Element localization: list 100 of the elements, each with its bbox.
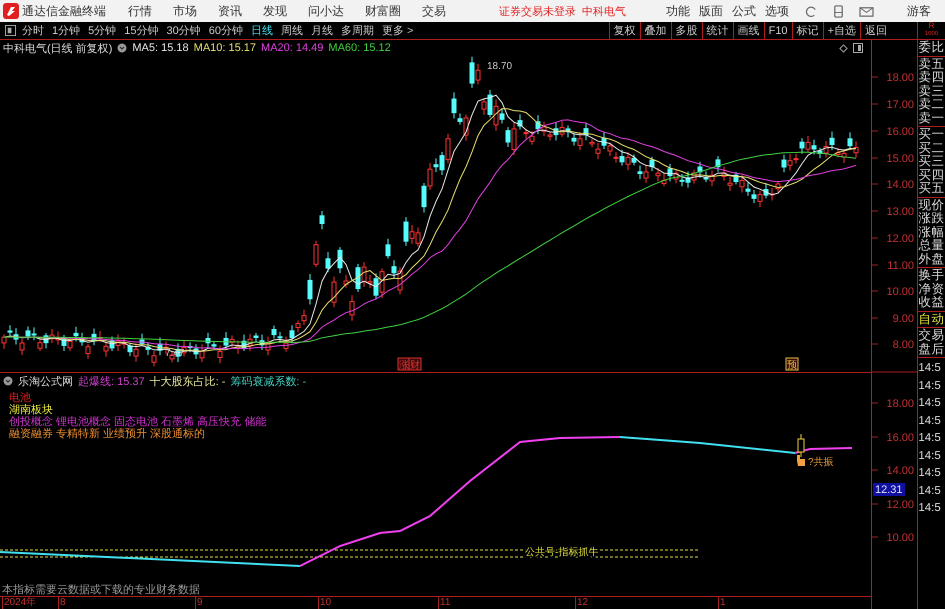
more-link[interactable]: 更多 > <box>382 23 414 38</box>
event-marker[interactable]: 财 <box>408 358 422 371</box>
price-axis-label: 18.00 <box>886 72 914 84</box>
trade-time: 14:5 <box>918 484 942 498</box>
indicator-axis-label: 10.00 <box>886 532 914 544</box>
current-value-tag: 12.31 <box>873 483 905 496</box>
quote-label: 涨幅 <box>918 226 945 238</box>
menu-item[interactable]: 财富圈 <box>365 2 401 20</box>
date-axis-label: 12 <box>575 597 588 609</box>
date-axis-label: 10 <box>318 597 332 609</box>
period-tab[interactable]: 周线 <box>281 23 303 38</box>
period-tab[interactable]: 5分钟 <box>88 23 116 38</box>
price-axis-label: 14.00 <box>886 179 914 191</box>
diamond-icon[interactable] <box>839 44 848 52</box>
indicator-axis-label: 14.00 <box>886 465 914 477</box>
period-tab[interactable]: 60分钟 <box>208 23 243 38</box>
tool-menu-item[interactable]: 公式 <box>732 2 756 20</box>
tool-menu-item[interactable]: 版面 <box>699 2 723 20</box>
price-axis-label: 13.00 <box>886 206 914 218</box>
quote-label: 买三 <box>918 155 945 168</box>
quote-label: 涨跌 <box>918 212 945 226</box>
period-tab[interactable]: 15分钟 <box>124 23 158 38</box>
phone-icon[interactable] <box>832 4 845 18</box>
period-tab[interactable]: 1分钟 <box>52 23 80 38</box>
user-name[interactable]: 游客 <box>907 2 931 20</box>
quote-label: 买一 <box>918 128 945 142</box>
message-icon[interactable] <box>859 4 874 18</box>
price-axis-label: 9.00 <box>892 313 914 325</box>
menu-item[interactable]: 资讯 <box>218 2 242 20</box>
quote-label: 净资 <box>918 282 945 296</box>
app-title: 通达信金融终端 <box>22 2 106 20</box>
price-axis-label: 12.00 <box>886 233 914 245</box>
stock-name: 中科电气 <box>582 4 626 18</box>
trade-time: 14:5 <box>918 378 942 394</box>
ma-value: MA5: 15.18 <box>132 42 189 54</box>
tool-menu-item[interactable]: 功能 <box>666 2 690 20</box>
period-tab[interactable]: 多周期 <box>341 23 374 38</box>
candle-signal-icon <box>798 434 804 458</box>
quote-label: 自动 <box>918 312 945 326</box>
indicator-axis-label: 12.00 <box>886 499 914 511</box>
price-axis-label: 17.00 <box>886 99 914 111</box>
ma-value: MA10: 15.17 <box>194 42 256 54</box>
trade-time: 14:5 <box>918 466 942 481</box>
quote-label: 卖四 <box>918 71 945 84</box>
trade-time: 14:5 <box>918 431 942 446</box>
quote-label: 买四 <box>918 168 945 182</box>
peak-price-label: 18.70 <box>487 61 512 72</box>
concept-tags: 湖南板块 <box>9 404 53 416</box>
menu-item[interactable]: 行情 <box>128 2 152 20</box>
quote-label: 收益 <box>918 296 945 310</box>
quote-label: 卖三 <box>918 84 945 98</box>
indicator-axis-label: 16.00 <box>886 432 914 444</box>
settings-icon[interactable] <box>3 376 13 386</box>
price-axis-label: 10.00 <box>886 286 914 298</box>
trade-time: 14:5 <box>918 414 942 428</box>
quote-label: 盘后 <box>918 342 945 356</box>
concept-tags: 电池 <box>9 392 31 404</box>
concept-tags: 创投概念 锂电池概念 固态电池 石墨烯 高压快充 储能 <box>9 416 266 428</box>
indicator-note: 本指标需要云数据或下载的专业财务数据 <box>0 582 871 597</box>
low-price-label: 7.47 <box>165 348 184 359</box>
date-axis-label: 11 <box>438 597 450 609</box>
settings-icon[interactable] <box>117 43 128 53</box>
trade-time: 14:5 <box>918 361 942 376</box>
menu-item[interactable]: 发现 <box>263 2 287 20</box>
panel-toggle-icon[interactable] <box>5 25 16 36</box>
event-marker[interactable]: 预 <box>786 358 798 371</box>
menu-item[interactable]: 问小达 <box>308 2 344 20</box>
date-axis-label: 2024年 <box>2 597 36 609</box>
trade-time: 14:5 <box>918 501 942 516</box>
trade-time: 14:5 <box>918 396 942 411</box>
trade-time: 14:5 <box>918 448 942 464</box>
menu-item[interactable]: 市场 <box>173 2 197 20</box>
event-marker[interactable]: 涨 <box>398 358 410 371</box>
indicator-value: 起爆线: 15.37 <box>78 374 145 388</box>
quote-label: 委比 <box>918 41 945 54</box>
period-tab[interactable]: 日线 <box>251 23 273 38</box>
tool-menu-item[interactable]: 选项 <box>765 2 789 20</box>
indicator-value: 筹码衰减系数: - <box>230 374 306 388</box>
period-tab[interactable]: 30分钟 <box>166 23 201 38</box>
quote-label: 卖二 <box>918 98 945 112</box>
quote-label: 外盘 <box>918 252 945 266</box>
indicator-axis-label: 18.00 <box>886 398 914 410</box>
quote-label: 卖一 <box>918 112 945 125</box>
price-axis-label: 15.00 <box>886 153 914 165</box>
menu-item[interactable]: 交易 <box>422 2 446 20</box>
date-axis-label: 1 <box>718 597 726 609</box>
quote-label: 卖五 <box>918 58 945 70</box>
period-tab[interactable]: 分时 <box>22 23 44 38</box>
indicator-name: 乐淘公式网 <box>18 374 73 388</box>
concept-tags: 融资融券 专精特新 业绩预升 深股通标的 <box>9 428 206 440</box>
period-tab[interactable]: 月线 <box>311 23 333 38</box>
signal-label: ?共振 <box>808 457 834 468</box>
date-axis-label: 8 <box>58 597 66 609</box>
chart-title: 中科电气(日线 前复权) <box>3 42 112 56</box>
quote-label: 交易 <box>918 329 945 342</box>
date-axis-label: 9 <box>195 597 203 609</box>
price-axis-label: 16.00 <box>886 126 914 138</box>
refresh-icon[interactable] <box>805 4 818 18</box>
panel-icon[interactable] <box>853 43 863 53</box>
ma-value: MA20: 14.49 <box>261 42 324 54</box>
